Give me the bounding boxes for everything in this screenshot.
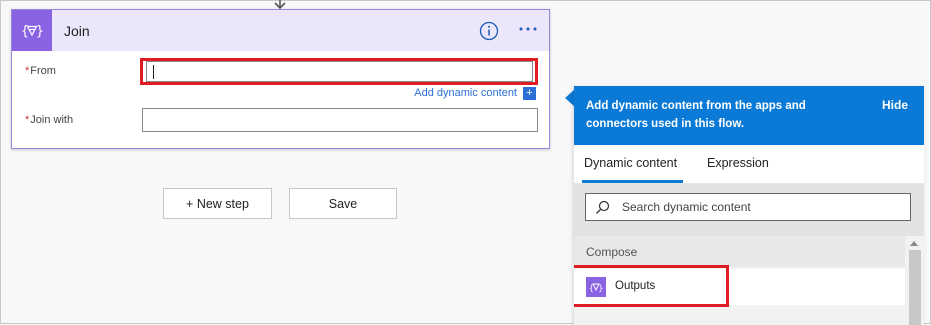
card-header[interactable]: { } Join <box>12 10 549 51</box>
scroll-thumb[interactable] <box>909 250 921 325</box>
required-asterisk: * <box>25 65 30 77</box>
search-icon <box>596 200 610 214</box>
search-input[interactable] <box>622 198 902 216</box>
scrollbar[interactable] <box>905 236 924 325</box>
card-title: Join <box>64 22 90 39</box>
join-with-label: *Join with <box>25 114 74 126</box>
from-label: *From <box>25 65 56 77</box>
scroll-up-icon[interactable] <box>910 240 918 246</box>
info-icon[interactable] <box>479 21 499 41</box>
outputs-highlight <box>574 265 729 307</box>
tab-expression[interactable]: Expression <box>707 156 769 170</box>
dynamic-content-panel: Add dynamic content from the apps and co… <box>574 86 924 325</box>
section-header-compose: Compose <box>574 236 905 267</box>
required-asterisk: * <box>25 114 30 126</box>
hide-button[interactable]: Hide <box>882 98 908 112</box>
section-label: Compose <box>586 245 638 259</box>
join-action-card: { } Join *From Add dynamic content + *Jo… <box>11 9 550 149</box>
panel-header: Add dynamic content from the apps and co… <box>574 86 924 145</box>
variable-action-icon: { } <box>12 10 52 51</box>
dynamic-content-list: Compose { } Outputs <box>574 236 924 325</box>
add-dynamic-content-link[interactable]: Add dynamic content <box>414 87 517 99</box>
search-box[interactable] <box>585 193 911 221</box>
panel-header-text: Add dynamic content from the apps and co… <box>586 100 806 130</box>
from-input-highlight <box>140 58 538 85</box>
search-area <box>574 184 924 236</box>
panel-tabs: Dynamic content Expression <box>574 145 924 184</box>
svg-text:}: } <box>36 24 43 39</box>
tab-dynamic-content[interactable]: Dynamic content <box>584 156 677 170</box>
more-options-icon[interactable] <box>518 23 538 35</box>
add-dynamic-content-plus-icon[interactable]: + <box>523 87 536 100</box>
join-with-input[interactable] <box>142 108 538 132</box>
selected-tab-indicator <box>582 180 683 183</box>
new-step-button[interactable]: + New step <box>163 188 272 219</box>
save-button[interactable]: Save <box>289 188 397 219</box>
